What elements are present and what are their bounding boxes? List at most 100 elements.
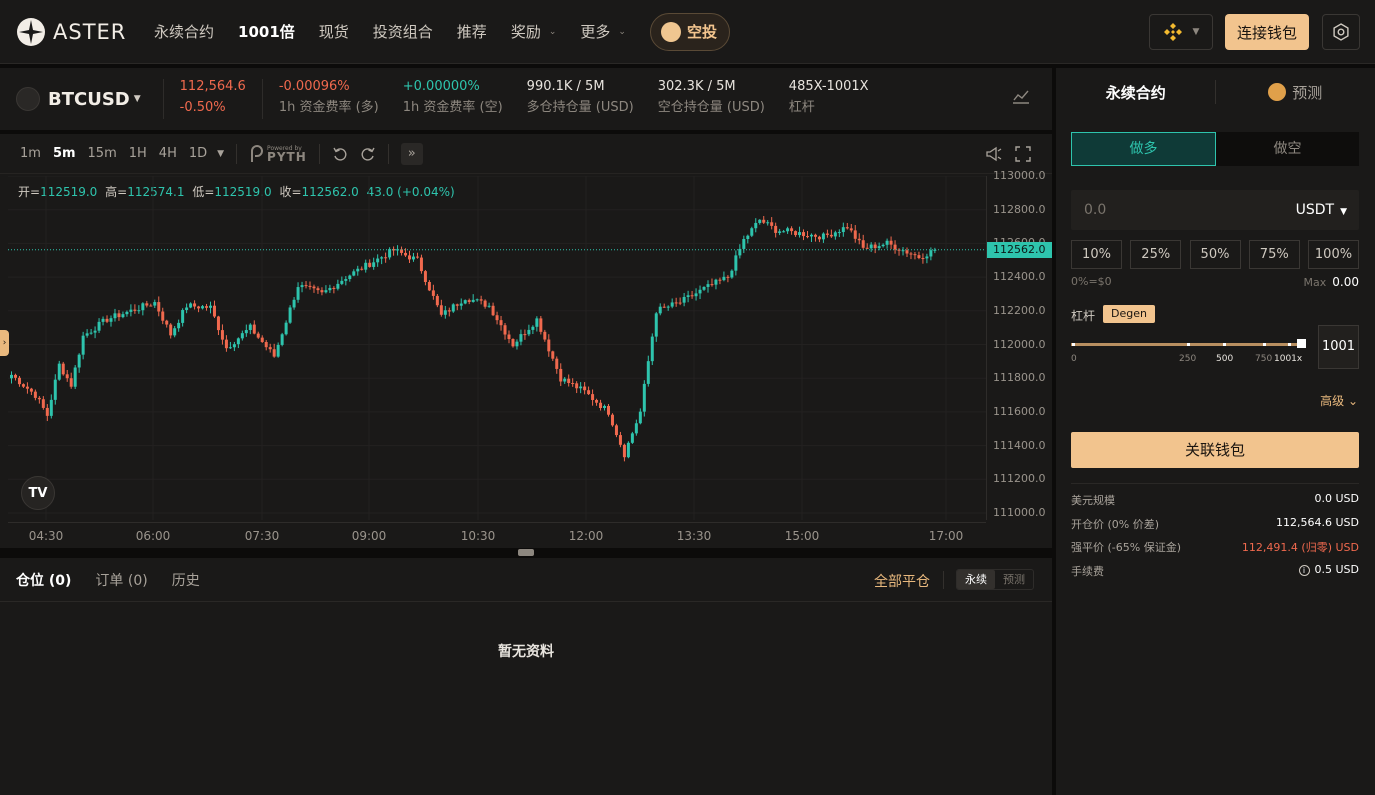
caret-down-icon[interactable]: ▼ bbox=[134, 94, 141, 104]
percent-button-2[interactable]: 50% bbox=[1189, 240, 1241, 269]
price-tick-label: 112400.0 bbox=[993, 270, 1046, 284]
divider bbox=[261, 79, 263, 119]
positions-tab-0[interactable]: 仓位 (0) bbox=[16, 570, 71, 590]
panel-resize-handle[interactable] bbox=[518, 549, 534, 556]
announcement-icon[interactable] bbox=[985, 145, 1003, 163]
tab-perpetual[interactable]: 永续合约 bbox=[1056, 82, 1216, 103]
timeframe-1H[interactable]: 1H bbox=[129, 146, 147, 161]
nav-item-1[interactable]: 1001倍 bbox=[238, 21, 295, 42]
timeframe-1m[interactable]: 1m bbox=[20, 146, 41, 161]
candle bbox=[857, 238, 861, 241]
chain-selector[interactable]: ▼ bbox=[1148, 14, 1213, 50]
percent-button-3[interactable]: 75% bbox=[1248, 240, 1300, 269]
timeframe-5m[interactable]: 5m bbox=[53, 146, 76, 161]
sidebar-expand-handle[interactable]: › bbox=[0, 330, 9, 356]
candle bbox=[547, 339, 551, 352]
positions-tab-1[interactable]: 订单 (0) bbox=[95, 570, 147, 590]
leverage-tick-1: 250 bbox=[1179, 354, 1197, 364]
ticker-stat-label: 空仓持仓量 (USD) bbox=[657, 100, 765, 115]
candlestick-chart[interactable] bbox=[8, 176, 986, 520]
candle bbox=[638, 411, 642, 424]
percent-button-4[interactable]: 100% bbox=[1308, 240, 1359, 269]
short-button[interactable]: 做空 bbox=[1216, 132, 1359, 166]
candle bbox=[69, 378, 73, 387]
redo-icon[interactable] bbox=[360, 146, 376, 162]
candle bbox=[559, 368, 563, 382]
time-tick-label: 04:30 bbox=[28, 529, 64, 543]
candle bbox=[252, 324, 256, 334]
chart-toggle-icon[interactable] bbox=[1012, 88, 1030, 106]
candle bbox=[658, 306, 662, 314]
tradingview-logo-icon[interactable]: TV bbox=[21, 476, 55, 510]
candle bbox=[447, 310, 451, 312]
nav-item-5[interactable]: 奖励 ⌄ bbox=[511, 21, 557, 42]
max-value: 0.00 bbox=[1332, 275, 1359, 289]
nav-item-4[interactable]: 推荐 bbox=[457, 21, 487, 42]
candle bbox=[133, 309, 137, 311]
tab-prediction[interactable]: 预测 bbox=[1216, 82, 1375, 103]
fullscreen-icon[interactable] bbox=[1015, 146, 1031, 162]
timeframe-1D[interactable]: 1D bbox=[189, 146, 207, 161]
candle bbox=[29, 388, 33, 392]
candle bbox=[595, 399, 599, 403]
brand-logo[interactable]: ASTER bbox=[16, 17, 140, 47]
degen-badge[interactable]: Degen bbox=[1103, 305, 1155, 323]
candle bbox=[49, 399, 53, 416]
nav-item-2[interactable]: 现货 bbox=[319, 21, 349, 42]
long-button[interactable]: 做多 bbox=[1071, 132, 1216, 166]
connect-wallet-button[interactable]: 连接钱包 bbox=[1224, 14, 1309, 50]
leverage-input[interactable]: 1001 bbox=[1318, 325, 1359, 369]
connect-wallet-order-button[interactable]: 关联钱包 bbox=[1071, 432, 1359, 468]
candle bbox=[698, 289, 702, 294]
candle bbox=[881, 244, 885, 247]
toggle-perpetual[interactable]: 永续 bbox=[957, 570, 995, 589]
symbol-selector[interactable]: BTCUSD bbox=[48, 89, 130, 110]
percent-button-1[interactable]: 25% bbox=[1130, 240, 1182, 269]
candle bbox=[372, 262, 376, 267]
percent-button-0[interactable]: 10% bbox=[1071, 240, 1122, 269]
price-axis[interactable]: 113000.0112800.0112600.0112400.0112200.0… bbox=[986, 169, 1053, 520]
settings-button[interactable] bbox=[1322, 14, 1360, 50]
candle bbox=[177, 322, 181, 329]
candle bbox=[121, 314, 125, 318]
positions-tab-2[interactable]: 历史 bbox=[172, 570, 200, 590]
nav-item-0[interactable]: 永续合约 bbox=[154, 21, 214, 42]
nav-item-6[interactable]: 更多 ⌄ bbox=[580, 21, 626, 42]
toggle-prediction[interactable]: 预测 bbox=[995, 570, 1033, 589]
timeframe-15m[interactable]: 15m bbox=[88, 146, 117, 161]
candle bbox=[145, 303, 149, 306]
candle bbox=[662, 306, 666, 308]
airdrop-button[interactable]: 空投 bbox=[649, 12, 730, 51]
candle bbox=[404, 252, 408, 256]
ticker-stat-value: 485X-1001X bbox=[788, 79, 869, 94]
nav-item-3[interactable]: 投资组合 bbox=[373, 21, 433, 42]
time-tick-label: 17:00 bbox=[928, 529, 964, 543]
amount-input[interactable]: 0.0 USDT ▼ bbox=[1071, 190, 1359, 230]
currency-selector[interactable]: USDT ▼ bbox=[1296, 202, 1347, 218]
undo-icon[interactable] bbox=[332, 146, 348, 162]
timeframe-dropdown-icon[interactable]: ▼ bbox=[217, 149, 224, 159]
info-icon[interactable]: i bbox=[1298, 564, 1310, 576]
btc-icon bbox=[16, 87, 40, 111]
leverage-slider[interactable] bbox=[1071, 343, 1301, 346]
time-axis[interactable]: 04:30 06:00 07:30 09:00 10:30 12:00 13:30 15:00… bbox=[8, 522, 986, 548]
leverage-slider-handle[interactable] bbox=[1297, 339, 1306, 348]
advanced-toggle[interactable]: 高级 ⌄ bbox=[1320, 392, 1358, 409]
price-tick-label: 113000.0 bbox=[993, 169, 1046, 182]
candle bbox=[384, 257, 388, 259]
order-info-label: 强平价 (-65% 保证金) bbox=[1071, 541, 1181, 554]
candle bbox=[710, 284, 714, 286]
candle bbox=[328, 287, 332, 291]
close-all-button[interactable]: 全部平仓 bbox=[874, 571, 930, 591]
candle bbox=[674, 302, 678, 304]
expand-toolbar-button[interactable]: » bbox=[400, 142, 423, 165]
candle bbox=[216, 316, 220, 331]
order-info-label: 美元规模 bbox=[1071, 494, 1115, 507]
order-info-row-3: 手续费 i 0.5 USD bbox=[1071, 563, 1359, 583]
timeframe-4H[interactable]: 4H bbox=[159, 146, 177, 161]
candle bbox=[431, 290, 435, 296]
candle bbox=[718, 279, 722, 281]
candle bbox=[475, 299, 479, 301]
candle bbox=[467, 300, 471, 302]
candle bbox=[909, 253, 913, 255]
